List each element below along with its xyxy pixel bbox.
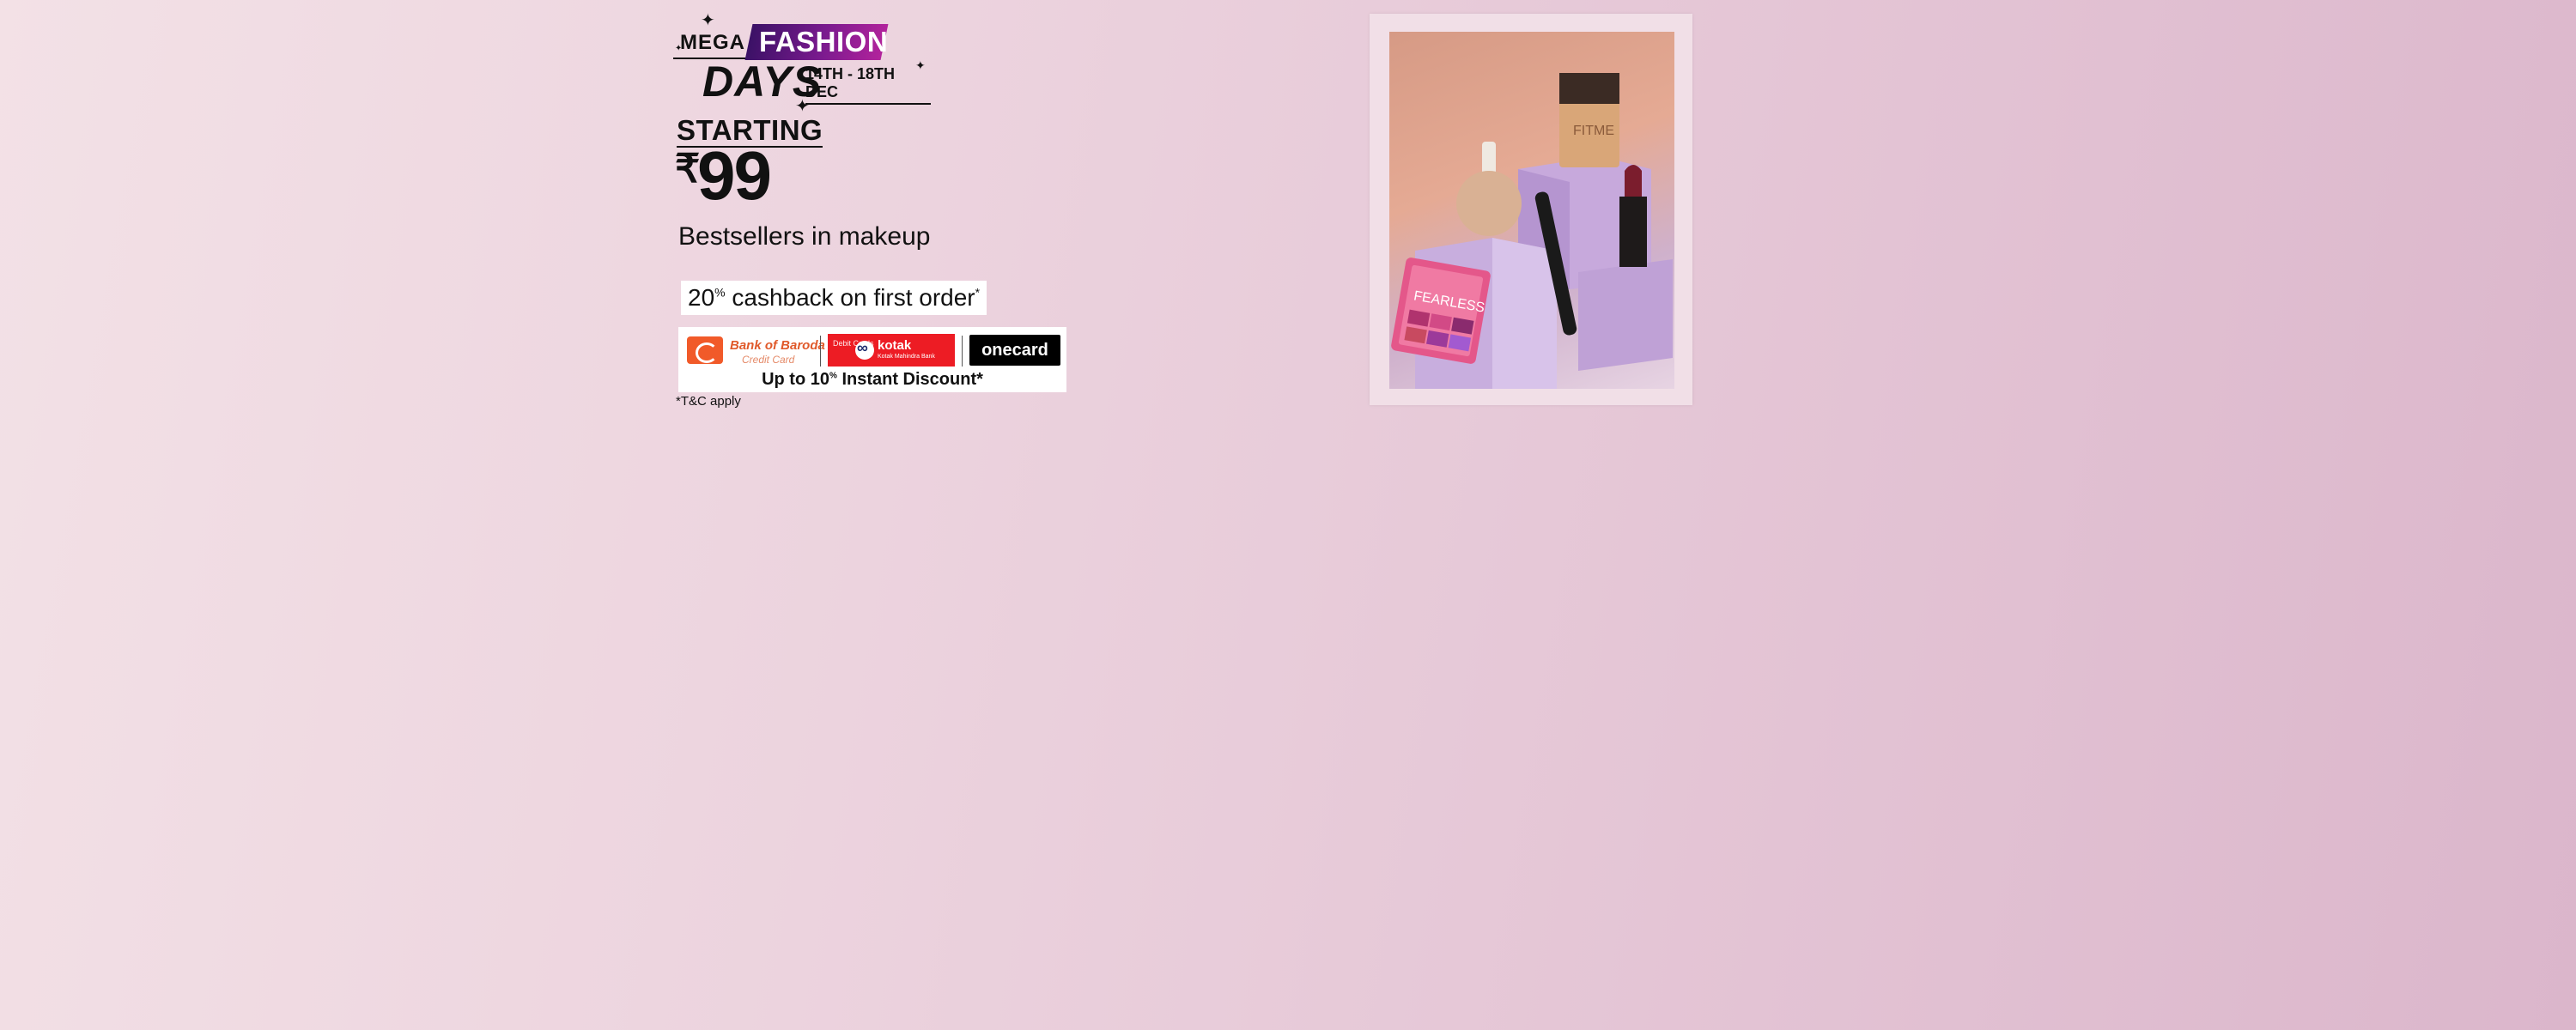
cashback-offer: 20% cashback on first order* bbox=[681, 281, 987, 315]
instant-discount-text: Up to 10% Instant Discount* bbox=[678, 370, 1066, 390]
discount-prefix: Up to 10 bbox=[762, 370, 829, 389]
kotak-name: kotak bbox=[878, 338, 912, 353]
pedestal-front-side bbox=[1492, 238, 1557, 389]
makeup-illustration: FITME FEARLESS bbox=[1391, 73, 1673, 389]
serum-bottle bbox=[1456, 171, 1522, 236]
cashback-text: cashback on first order bbox=[725, 284, 975, 311]
sparkle-icon: ✦ bbox=[795, 97, 810, 116]
bank-offers-strip: Bank of Baroda Credit Card Debit Cards k… bbox=[678, 327, 1066, 392]
banner-subtitle: Bestsellers in makeup bbox=[678, 222, 931, 251]
divider bbox=[962, 336, 963, 367]
cashback-asterisk: * bbox=[975, 285, 981, 300]
lipstick-bullet bbox=[1625, 165, 1642, 197]
cashback-percent-sign: % bbox=[714, 285, 726, 300]
kotak-logo: Debit Cards kotak Kotak Mahindra Bank bbox=[828, 334, 955, 367]
terms-note: *T&C apply bbox=[676, 394, 741, 409]
sparkle-icon: ✦ bbox=[701, 11, 715, 30]
bob-subtext: Credit Card bbox=[742, 354, 795, 366]
bob-name: Bank of Baroda bbox=[730, 338, 825, 353]
mega-fashion-days-logo: ✦ ✦ MEGA FASHION DAYS 14TH - 18TH DEC ✦ … bbox=[673, 12, 931, 115]
price-amount: 99 bbox=[697, 137, 772, 214]
logo-mega-text: MEGA bbox=[680, 31, 745, 54]
makeup-product-image[interactable]: FITME FEARLESS bbox=[1389, 32, 1674, 389]
cashback-percent: 20 bbox=[688, 284, 715, 311]
discount-percent: % bbox=[829, 371, 837, 381]
currency-symbol: ₹ bbox=[675, 146, 701, 191]
kotak-icon bbox=[855, 339, 874, 360]
foundation-label: FITME bbox=[1573, 124, 1614, 138]
sale-banner[interactable]: ✦ ✦ MEGA FASHION DAYS 14TH - 18TH DEC ✦ … bbox=[0, 0, 2576, 1030]
divider bbox=[820, 336, 821, 367]
kotak-subtext: Kotak Mahindra Bank bbox=[878, 354, 935, 360]
foundation-cap bbox=[1559, 73, 1619, 104]
bob-icon bbox=[687, 336, 723, 364]
discount-suffix: Instant Discount* bbox=[836, 370, 983, 389]
bank-of-baroda-logo: Bank of Baroda Credit Card bbox=[687, 335, 829, 366]
pedestal-right bbox=[1578, 259, 1673, 371]
sparkle-icon: ✦ bbox=[915, 58, 926, 72]
lipstick-case bbox=[1619, 197, 1647, 267]
onecard-logo: onecard bbox=[969, 335, 1060, 366]
logo-dates: 14TH - 18TH DEC bbox=[805, 65, 931, 105]
eyeshadow-palette: FEARLESS bbox=[1391, 258, 1491, 364]
logo-fashion-text: FASHION bbox=[759, 26, 889, 58]
